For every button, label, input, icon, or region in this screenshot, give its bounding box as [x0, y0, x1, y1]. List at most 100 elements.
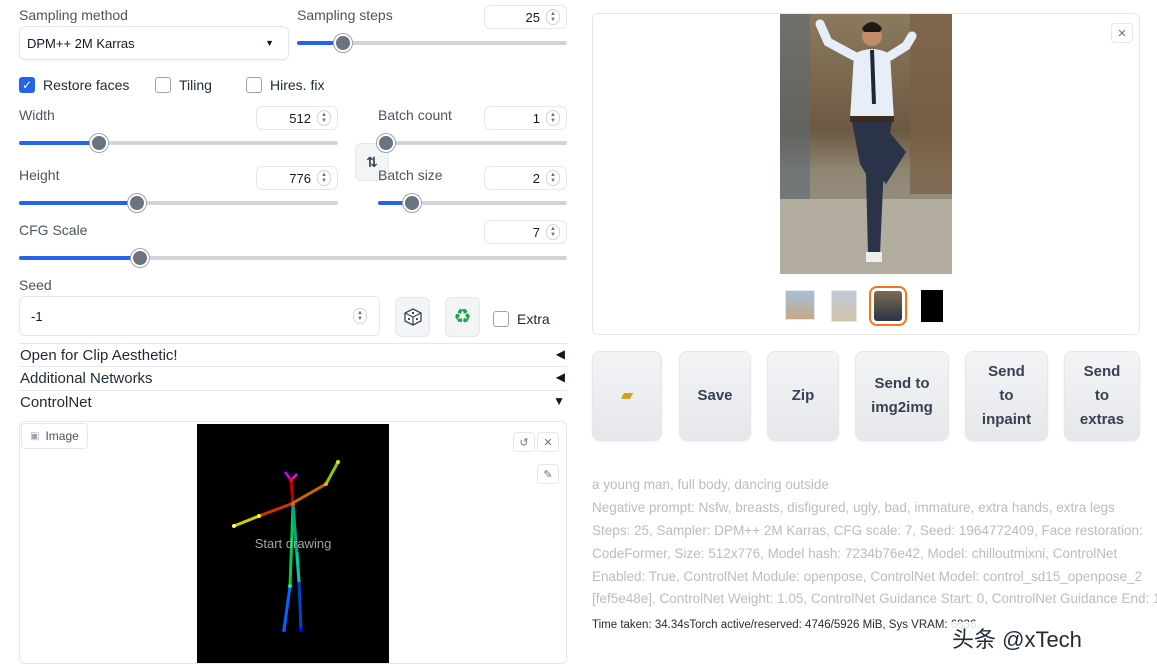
slider-thumb[interactable]: [403, 194, 422, 212]
generation-info-line: a young man, full body, dancing outside: [592, 477, 829, 492]
close-icon: ✕: [543, 436, 553, 449]
sampling-steps-label: Sampling steps: [297, 7, 393, 23]
accordion-title: Additional Networks: [20, 370, 153, 387]
expand-down-icon: ▼: [553, 394, 565, 408]
gallery-thumbnail[interactable]: [831, 290, 857, 322]
tiling-checkbox[interactable]: [155, 77, 171, 93]
recycle-icon: ♻: [453, 306, 472, 328]
additional-networks-accordion[interactable]: Additional Networks ◀: [19, 367, 567, 391]
slider-thumb[interactable]: [89, 134, 108, 152]
height-label: Height: [19, 167, 60, 183]
controlnet-accordion[interactable]: ControlNet ▼: [19, 391, 567, 415]
tiling-label: Tiling: [179, 77, 212, 93]
image-icon: ▣: [30, 430, 40, 442]
image-tab[interactable]: ▣ Image: [21, 423, 88, 449]
collapse-left-icon: ◀: [555, 370, 565, 384]
close-icon: ✕: [1117, 27, 1127, 40]
sampling-steps-input[interactable]: 25 ▲ ▼: [484, 5, 567, 29]
undo-icon: ↺: [519, 436, 529, 449]
sampling-steps-slider[interactable]: [297, 34, 567, 52]
restore-faces-checkbox[interactable]: ✓: [19, 77, 35, 93]
height-value: 776: [289, 171, 311, 186]
width-value: 512: [289, 111, 311, 126]
slider-thumb[interactable]: [128, 194, 147, 212]
time-taken: Time taken: 34.34sTorch active/reserved:…: [592, 619, 977, 631]
cfg-scale-slider[interactable]: [19, 249, 567, 267]
spinner-icon[interactable]: ▲ ▼: [546, 170, 560, 186]
batch-size-input[interactable]: 2 ▲ ▼: [484, 166, 567, 190]
height-slider[interactable]: [19, 194, 338, 212]
hires-fix-label: Hires. fix: [270, 77, 325, 93]
sampling-method-dropdown[interactable]: DPM++ 2M Karras ▼: [19, 26, 289, 60]
generated-image[interactable]: [780, 14, 952, 274]
width-label: Width: [19, 107, 55, 123]
controlnet-image-panel: ▣ Image Start drawing ↺ ✕ ✎: [19, 421, 567, 664]
clip-aesthetic-accordion[interactable]: Open for Clip Aesthetic! ◀: [19, 343, 567, 367]
extra-checkbox[interactable]: [493, 311, 509, 327]
send-label-line1: Send to: [874, 375, 930, 392]
batch-size-slider[interactable]: [378, 194, 567, 212]
spinner-icon[interactable]: ▲ ▼: [546, 110, 560, 126]
zip-label: Zip: [791, 387, 815, 404]
seed-input[interactable]: -1 ▲ ▼: [19, 296, 380, 336]
accordion-title: ControlNet: [20, 394, 92, 411]
send-label-line2: img2img: [871, 399, 933, 416]
dancer-image: [780, 14, 952, 274]
send-label-line2: to: [1094, 387, 1110, 404]
save-label: Save: [697, 387, 733, 404]
close-preview-button[interactable]: ✕: [1111, 23, 1133, 43]
cfg-scale-input[interactable]: 7 ▲ ▼: [484, 220, 567, 244]
gallery-thumbnail[interactable]: [785, 290, 815, 320]
slider-thumb[interactable]: [376, 134, 395, 152]
send-label-line2: to: [999, 387, 1014, 404]
width-input[interactable]: 512 ▲ ▼: [256, 106, 338, 130]
generation-info-line: [fef5e48e], ControlNet Weight: 1.05, Con…: [592, 591, 1157, 606]
random-seed-button[interactable]: [395, 297, 430, 337]
batch-size-label: Batch size: [378, 167, 443, 183]
slider-thumb[interactable]: [333, 34, 352, 52]
batch-count-label: Batch count: [378, 107, 452, 123]
generation-info-line: Steps: 25, Sampler: DPM++ 2M Karras, CFG…: [592, 523, 1143, 538]
gallery-thumbnail-selected[interactable]: [869, 286, 907, 326]
spinner-icon[interactable]: ▲ ▼: [546, 224, 560, 240]
sampling-method-value: DPM++ 2M Karras: [27, 36, 135, 51]
batch-count-input[interactable]: 1 ▲ ▼: [484, 106, 567, 130]
slider-thumb[interactable]: [130, 249, 149, 267]
gallery-thumbnail[interactable]: [921, 290, 943, 322]
collapse-left-icon: ◀: [555, 347, 565, 361]
width-slider[interactable]: [19, 134, 338, 152]
send-label-line1: Send: [1083, 363, 1121, 380]
height-input[interactable]: 776 ▲ ▼: [256, 166, 338, 190]
extra-label: Extra: [517, 311, 550, 327]
spinner-icon[interactable]: ▲ ▼: [353, 308, 367, 324]
close-button[interactable]: ✕: [537, 432, 559, 452]
send-label-line3: inpaint: [981, 411, 1032, 428]
sampling-steps-value: 25: [525, 10, 540, 25]
gallery-panel: ✕: [592, 13, 1140, 335]
zip-button[interactable]: Zip: [767, 351, 839, 441]
batch-count-value: 1: [532, 111, 540, 126]
watermark: 头条 @xTech: [948, 622, 1086, 654]
generation-info-line: Negative prompt: Nsfw, breasts, disfigur…: [592, 500, 1115, 515]
send-to-img2img-button[interactable]: Send to img2img: [855, 351, 949, 441]
batch-count-slider[interactable]: [376, 134, 567, 152]
reuse-seed-button[interactable]: ♻: [445, 297, 480, 337]
spinner-icon[interactable]: ▲ ▼: [317, 110, 331, 126]
start-drawing-hint: Start drawing: [254, 536, 332, 551]
pose-canvas[interactable]: Start drawing: [197, 424, 389, 663]
brush-button[interactable]: ✎: [537, 464, 559, 484]
send-to-extras-button[interactable]: Send to extras: [1064, 351, 1140, 441]
send-to-inpaint-button[interactable]: Send to inpaint: [965, 351, 1048, 441]
send-label-line3: extras: [1079, 411, 1125, 428]
hires-fix-checkbox[interactable]: [246, 77, 262, 93]
open-folder-button[interactable]: ▰: [592, 351, 662, 441]
spinner-icon[interactable]: ▲ ▼: [317, 170, 331, 186]
undo-button[interactable]: ↺: [513, 432, 535, 452]
dice-icon: [403, 308, 422, 326]
swap-arrows-icon: ⇅: [366, 153, 378, 170]
batch-size-value: 2: [532, 171, 540, 186]
spinner-icon[interactable]: ▲ ▼: [546, 9, 560, 25]
seed-label: Seed: [19, 277, 52, 293]
cfg-scale-value: 7: [532, 225, 540, 240]
save-button[interactable]: Save: [679, 351, 751, 441]
